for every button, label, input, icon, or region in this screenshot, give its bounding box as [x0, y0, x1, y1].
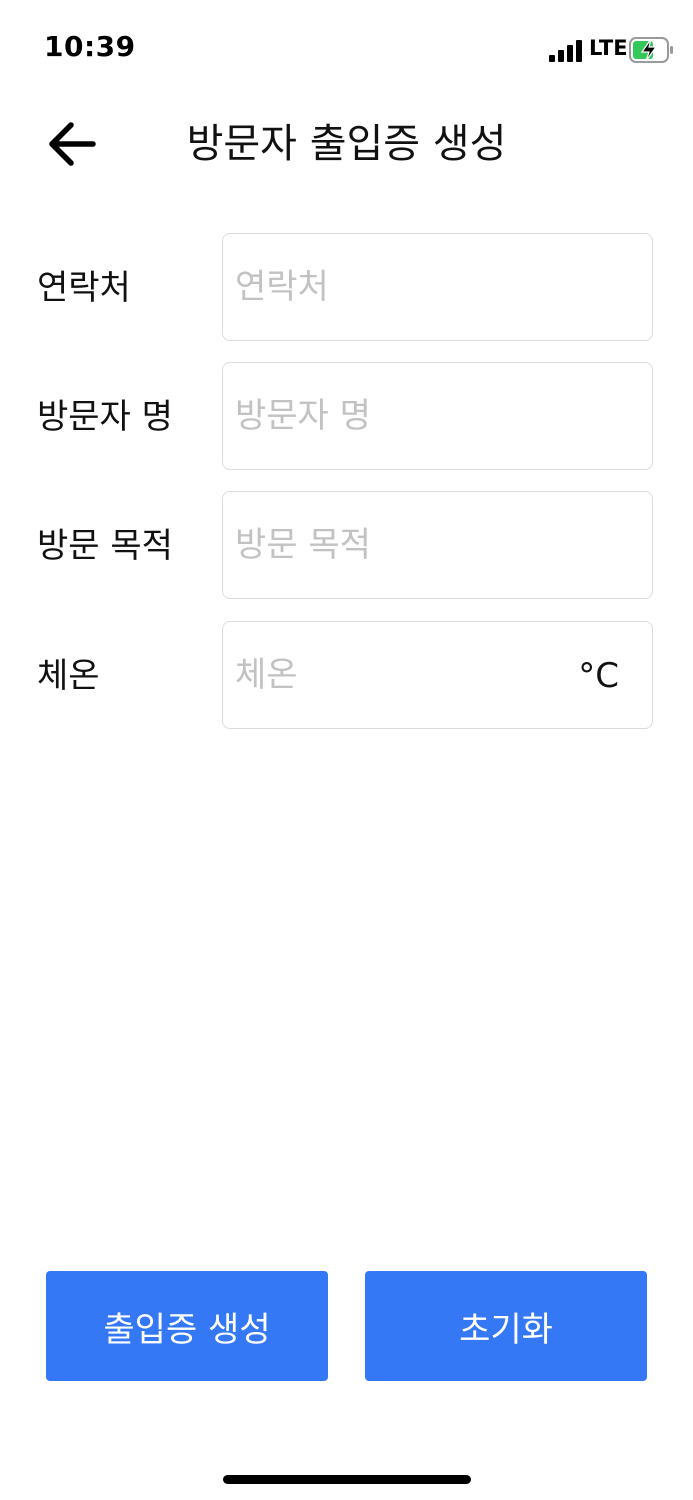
reset-button[interactable]: 초기화 [365, 1271, 647, 1381]
visit-purpose-label: 방문 목적 [37, 526, 173, 566]
visitor-name-input[interactable] [235, 363, 640, 469]
contact-row: 연락처 [0, 233, 693, 343]
visitor-name-row: 방문자 명 [0, 362, 693, 472]
signal-icon [549, 40, 582, 62]
visit-purpose-input[interactable] [235, 492, 640, 598]
battery-charging-icon [629, 37, 673, 63]
temperature-row: 체온 °C [0, 621, 693, 731]
temperature-field-box: °C [222, 621, 653, 729]
visit-purpose-row: 방문 목적 [0, 491, 693, 601]
contact-field-box [222, 233, 653, 341]
home-indicator [223, 1475, 471, 1484]
status-bar: 10:39 LTE [0, 0, 693, 100]
temperature-unit: °C [578, 656, 619, 696]
contact-input[interactable] [235, 234, 640, 340]
status-time: 10:39 [44, 30, 136, 63]
visitor-name-field-box [222, 362, 653, 470]
page-title: 방문자 출입증 생성 [186, 121, 507, 167]
visitor-name-label: 방문자 명 [37, 397, 173, 437]
visit-purpose-field-box [222, 491, 653, 599]
contact-label: 연락처 [37, 268, 131, 308]
temperature-input[interactable] [235, 622, 555, 728]
temperature-label: 체온 [37, 656, 100, 696]
create-pass-button[interactable]: 출입증 생성 [46, 1271, 328, 1381]
network-label: LTE [589, 36, 628, 60]
